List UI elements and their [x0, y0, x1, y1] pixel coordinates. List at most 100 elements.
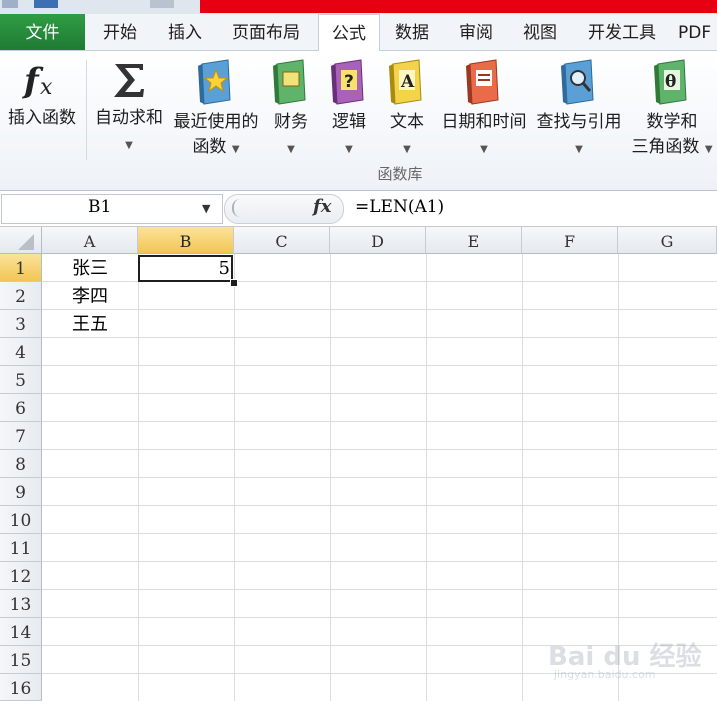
chevron-down-icon: ▼	[125, 140, 133, 151]
chevron-down-icon: ▼	[480, 144, 488, 155]
logical-button[interactable]: ? 逻辑 ▼	[326, 58, 372, 162]
book-finance-icon	[273, 59, 306, 105]
grid-line	[42, 477, 717, 478]
date-time-label: 日期和时间	[441, 112, 527, 132]
chevron-down-icon: ▼	[575, 144, 583, 155]
svg-text:θ: θ	[665, 72, 676, 92]
tab-file[interactable]: 文件	[0, 14, 85, 50]
row-header-1[interactable]: 1	[0, 254, 42, 282]
quick-access-app-icon[interactable]	[34, 0, 58, 8]
cell-a1[interactable]: 张三	[42, 254, 138, 282]
ribbon-separator	[86, 60, 87, 160]
tab-page-layout[interactable]: 页面布局	[222, 14, 310, 50]
tab-developer[interactable]: 开发工具	[578, 14, 666, 50]
grid-line	[42, 533, 717, 534]
chevron-down-icon: ▼	[345, 144, 353, 155]
recently-used-label: 最近使用的	[173, 112, 259, 132]
tab-formulas[interactable]: 公式	[318, 14, 380, 52]
row-header-8[interactable]: 8	[0, 450, 42, 478]
watermark: Bai du 经验 jingyan.baidu.com	[548, 628, 717, 688]
math-trig-label-2: 三角函数	[631, 137, 700, 157]
chevron-down-icon: ▼	[231, 144, 240, 155]
lookup-reference-button[interactable]: 查找与引用 ▼	[532, 58, 626, 162]
grid-line	[42, 309, 717, 310]
math-trig-button[interactable]: θ 数学和 三角函数 ▼	[628, 58, 716, 162]
insert-function-button[interactable]: f x 插入函数	[2, 58, 82, 131]
grid-line	[42, 561, 717, 562]
row-header-14[interactable]: 14	[0, 618, 42, 646]
tab-view[interactable]: 视图	[514, 14, 566, 50]
name-box[interactable]	[1, 194, 223, 224]
row-header-15[interactable]: 15	[0, 646, 42, 674]
financial-label: 财务	[274, 112, 308, 132]
book-theta-icon: θ	[654, 59, 687, 105]
insert-function-label: 插入函数	[8, 108, 76, 128]
chevron-down-icon[interactable]: ▼	[202, 202, 210, 215]
book-text-icon: A	[389, 59, 422, 105]
row-header-2[interactable]: 2	[0, 282, 42, 310]
watermark-subtext: jingyan.baidu.com	[554, 668, 656, 681]
column-header-b[interactable]: B	[138, 227, 234, 254]
grid-line	[42, 393, 717, 394]
grid-line	[42, 505, 717, 506]
row-header-10[interactable]: 10	[0, 506, 42, 534]
row-header-9[interactable]: 9	[0, 478, 42, 506]
grid-line	[42, 337, 717, 338]
column-header-g[interactable]: G	[618, 227, 717, 254]
column-header-a[interactable]: A	[42, 227, 138, 254]
chevron-down-icon: ▼	[287, 144, 295, 155]
tab-data[interactable]: 数据	[386, 14, 438, 50]
lookup-reference-label: 查找与引用	[536, 112, 622, 132]
grid-line	[42, 589, 717, 590]
formula-input[interactable]: =LEN(A1)	[355, 197, 444, 217]
column-header-d[interactable]: D	[330, 227, 426, 254]
date-time-button[interactable]: 日期和时间 ▼	[438, 58, 530, 162]
chevron-down-icon: ▼	[403, 144, 411, 155]
column-header-f[interactable]: F	[522, 227, 618, 254]
fill-handle[interactable]	[230, 279, 238, 287]
row-header-13[interactable]: 13	[0, 590, 42, 618]
selected-cell-outline	[138, 255, 233, 282]
row-header-7[interactable]: 7	[0, 422, 42, 450]
row-header-11[interactable]: 11	[0, 534, 42, 562]
text-label: 文本	[390, 112, 424, 132]
tab-home[interactable]: 开始	[92, 14, 148, 50]
quick-access-undo-icon[interactable]	[150, 0, 174, 8]
recently-used-label-2: 函数	[192, 137, 227, 157]
recently-used-button[interactable]: 最近使用的 函数 ▼	[168, 58, 264, 162]
book-star-icon	[198, 59, 231, 105]
column-header-c[interactable]: C	[234, 227, 330, 254]
row-header-4[interactable]: 4	[0, 338, 42, 366]
grid-line	[42, 617, 717, 618]
row-header-5[interactable]: 5	[0, 366, 42, 394]
tab-review[interactable]: 审阅	[450, 14, 502, 50]
svg-text:x: x	[40, 75, 53, 100]
cell-a2[interactable]: 李四	[42, 282, 138, 310]
fx-icon: f x	[22, 61, 53, 101]
book-calendar-icon	[466, 59, 499, 105]
row-header-16[interactable]: 16	[0, 674, 42, 701]
sigma-icon	[114, 64, 144, 97]
tab-pdf[interactable]: PDF	[678, 14, 717, 50]
row-header-3[interactable]: 3	[0, 310, 42, 338]
grid-line	[42, 421, 717, 422]
svg-text:A: A	[400, 72, 415, 92]
financial-button[interactable]: 财务 ▼	[268, 58, 314, 162]
row-header-12[interactable]: 12	[0, 562, 42, 590]
title-banner	[200, 0, 717, 13]
insert-function-fx-button[interactable]: fx	[313, 196, 331, 217]
column-header-e[interactable]: E	[426, 227, 522, 254]
chevron-down-icon: ▼	[704, 144, 713, 155]
autosum-button[interactable]: 自动求和 ▼	[92, 58, 166, 158]
text-button[interactable]: A 文本 ▼	[384, 58, 430, 162]
math-trig-label: 数学和	[646, 112, 698, 132]
logical-label: 逻辑	[332, 112, 366, 132]
book-question-icon: ?	[331, 59, 364, 105]
tab-insert[interactable]: 插入	[157, 14, 213, 50]
select-all-triangle-icon	[18, 234, 34, 250]
collapse-handle-icon[interactable]	[232, 199, 242, 217]
svg-text:?: ?	[344, 72, 354, 92]
quick-access-save-icon[interactable]	[2, 0, 18, 8]
row-header-6[interactable]: 6	[0, 394, 42, 422]
cell-a3[interactable]: 王五	[42, 310, 138, 338]
